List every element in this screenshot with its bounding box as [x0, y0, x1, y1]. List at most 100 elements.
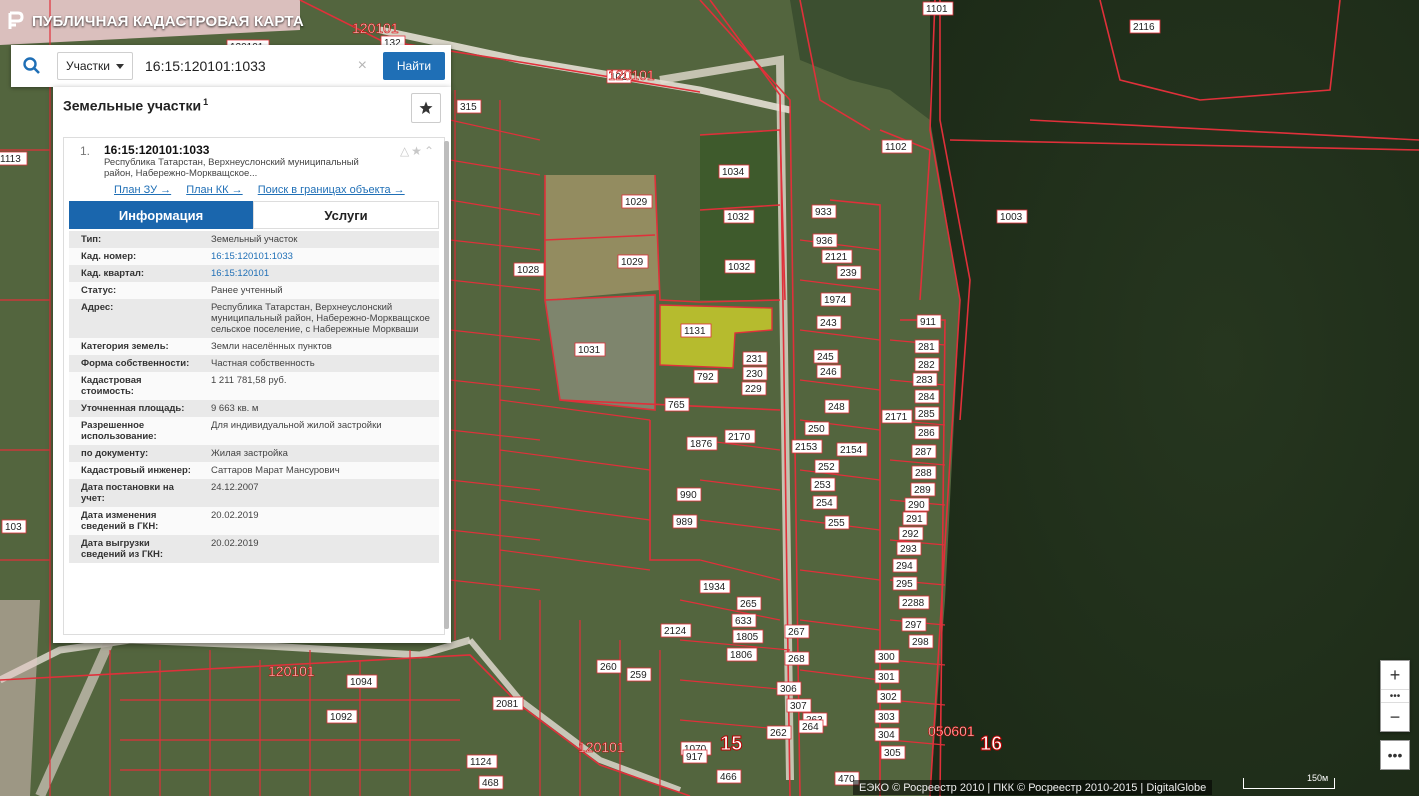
tab-services[interactable]: Услуги	[253, 201, 439, 229]
parcel-label[interactable]: 283	[916, 375, 933, 386]
parcel-label[interactable]: 245	[817, 352, 834, 363]
parcel-label[interactable]: 468	[482, 778, 499, 789]
parcel-label[interactable]: 1806	[730, 650, 753, 661]
parcel-label[interactable]: 295	[896, 579, 913, 590]
parcel-label[interactable]: 1934	[703, 582, 726, 593]
search-button[interactable]	[11, 45, 53, 87]
plan-zu-link[interactable]: План ЗУ →	[114, 184, 171, 196]
parcel-label[interactable]: 1094	[350, 677, 373, 688]
zoom-in-button[interactable]: +	[1381, 661, 1409, 689]
zoom-out-button[interactable]: −	[1381, 703, 1409, 731]
parcel-label[interactable]: 281	[918, 342, 935, 353]
parcel-label[interactable]: 2121	[825, 252, 848, 263]
warning-icon[interactable]: △	[400, 144, 411, 158]
parcel-label[interactable]: 315	[460, 102, 477, 113]
parcel-label[interactable]: 466	[720, 772, 737, 783]
parcel-label[interactable]: 1028	[517, 265, 540, 276]
parcel-label[interactable]: 288	[915, 468, 932, 479]
parcel-label[interactable]: 2154	[840, 445, 863, 456]
parcel-label[interactable]: 231	[746, 354, 763, 365]
info-value[interactable]: 16:15:120101	[199, 265, 439, 282]
zoom-level-indicator[interactable]: •••	[1381, 689, 1409, 703]
parcel-label[interactable]: 103	[5, 522, 22, 533]
parcel-label[interactable]: 293	[900, 544, 917, 555]
parcel-label[interactable]: 933	[815, 207, 832, 218]
parcel-label[interactable]: 792	[697, 372, 714, 383]
parcel-label[interactable]: 2116	[1133, 22, 1155, 33]
parcel-label[interactable]: 292	[902, 529, 919, 540]
info-value[interactable]: 16:15:120101:1033	[199, 248, 439, 265]
parcel-label[interactable]: 264	[802, 722, 819, 733]
parcel-label[interactable]: 2171	[885, 412, 908, 423]
tab-information[interactable]: Информация	[69, 201, 253, 229]
parcel-label[interactable]: 989	[676, 517, 693, 528]
parcel-label[interactable]: 1032	[727, 212, 750, 223]
parcel-label[interactable]: 1031	[578, 345, 601, 356]
parcel-label[interactable]: 290	[908, 500, 925, 511]
parcel-label[interactable]: 282	[918, 360, 935, 371]
parcel-label[interactable]: 1805	[736, 632, 759, 643]
favorites-button[interactable]	[411, 93, 441, 123]
parcel-label[interactable]: 250	[808, 424, 825, 435]
parcel-label[interactable]: 259	[630, 670, 647, 681]
parcel-label[interactable]: 265	[740, 599, 757, 610]
parcel-label[interactable]: 1131	[684, 326, 706, 337]
parcel-label[interactable]: 268	[788, 654, 805, 665]
parcel-label[interactable]: 1113	[0, 154, 21, 165]
parcel-label[interactable]: 291	[906, 514, 923, 525]
parcel-label[interactable]: 243	[820, 318, 837, 329]
parcel-label[interactable]: 305	[884, 748, 901, 759]
parcel-label[interactable]: 936	[816, 236, 833, 247]
parcel-label[interactable]: 267	[788, 627, 805, 638]
parcel-label[interactable]: 230	[746, 369, 763, 380]
parcel-label[interactable]: 252	[818, 462, 835, 473]
parcel-label[interactable]: 300	[878, 652, 895, 663]
result-cad-number[interactable]: 16:15:120101:1033	[104, 143, 209, 157]
parcel-label[interactable]: 284	[918, 392, 935, 403]
parcel-label[interactable]: 289	[914, 485, 931, 496]
parcel-label[interactable]: 255	[828, 518, 845, 529]
parcel-label[interactable]: 2288	[902, 598, 925, 609]
parcel-label[interactable]: 2153	[795, 442, 818, 453]
parcel-label[interactable]: 297	[905, 620, 922, 631]
parcel-label[interactable]: 246	[820, 367, 837, 378]
parcel-label[interactable]: 1102	[885, 142, 907, 153]
parcel-label[interactable]: 301	[878, 672, 895, 683]
parcel-label[interactable]: 304	[878, 730, 895, 741]
parcel-label[interactable]: 260	[600, 662, 617, 673]
parcel-label[interactable]: 307	[790, 701, 807, 712]
star-icon[interactable]: ★	[411, 144, 424, 158]
parcel-label[interactable]: 2170	[728, 432, 751, 443]
parcel-label[interactable]: 285	[918, 409, 935, 420]
parcel-label[interactable]: 303	[878, 712, 895, 723]
parcel-label[interactable]: 1092	[330, 712, 353, 723]
more-options-button[interactable]: •••	[1380, 740, 1410, 770]
parcel-label[interactable]: 2124	[664, 626, 687, 637]
search-in-bounds-link[interactable]: Поиск в границах объекта →	[258, 184, 405, 196]
parcel-label[interactable]: 302	[880, 692, 897, 703]
parcel-label[interactable]: 911	[920, 317, 936, 328]
parcel-label[interactable]: 2081	[496, 699, 519, 710]
parcel-label[interactable]: 248	[828, 402, 845, 413]
parcel-label[interactable]: 298	[912, 637, 929, 648]
parcel-label[interactable]: 286	[918, 428, 935, 439]
parcel-label[interactable]: 1876	[690, 439, 713, 450]
parcel-label[interactable]: 287	[915, 447, 932, 458]
parcel-label[interactable]: 1974	[824, 295, 847, 306]
parcel-label[interactable]: 1124	[470, 757, 492, 768]
parcel-label[interactable]: 254	[816, 498, 833, 509]
parcel-label[interactable]: 990	[680, 490, 697, 501]
parcel-label[interactable]: 917	[686, 752, 703, 763]
parcel-label[interactable]: 262	[770, 728, 787, 739]
result-action-icons[interactable]: △★⌃	[400, 144, 436, 158]
panel-scrollbar[interactable]	[444, 141, 449, 629]
parcel-label[interactable]: 1003	[1000, 212, 1023, 223]
parcel-label[interactable]: 253	[814, 480, 831, 491]
parcel-label[interactable]: 1101	[926, 4, 948, 15]
plan-kk-link[interactable]: План КК →	[186, 184, 242, 196]
parcel-label[interactable]: 1034	[722, 167, 745, 178]
chevron-up-icon[interactable]: ⌃	[424, 144, 436, 158]
search-type-select[interactable]: Участки	[57, 52, 133, 80]
parcel-label[interactable]: 765	[668, 400, 685, 411]
parcel-label[interactable]: 229	[745, 384, 762, 395]
